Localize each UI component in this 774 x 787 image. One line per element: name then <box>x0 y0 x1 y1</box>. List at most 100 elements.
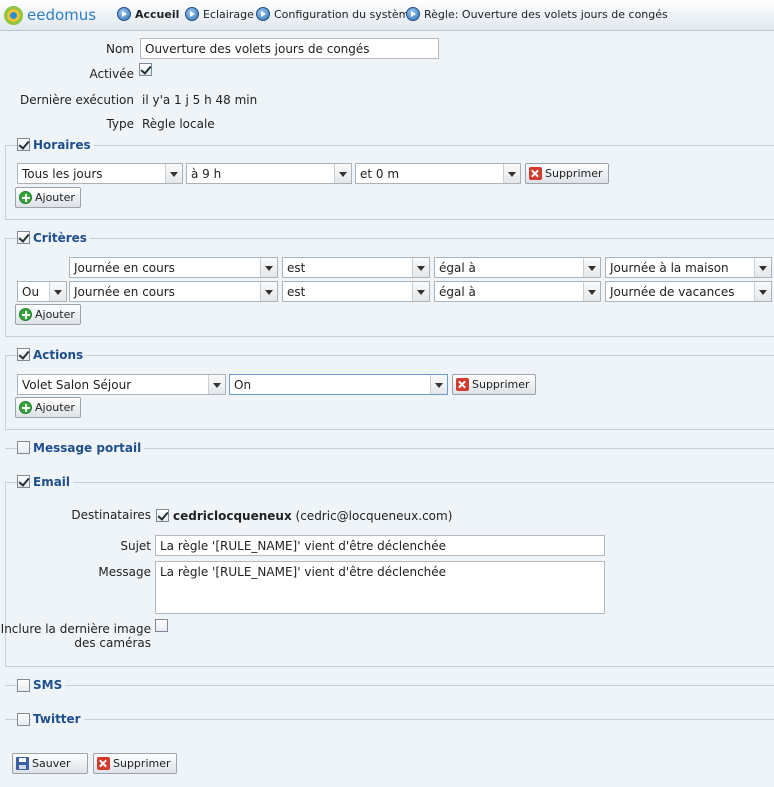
critere-2-logic-select[interactable]: Ou <box>17 281 67 302</box>
button-label: Ajouter <box>35 401 75 414</box>
button-label: Supprimer <box>545 167 603 180</box>
select-value: est <box>287 261 306 275</box>
email-section-bottom <box>5 666 774 667</box>
eedomus-logo-icon <box>4 5 23 25</box>
twitter-section-border <box>5 719 774 720</box>
arrow-right-circle-icon <box>117 7 131 21</box>
breadcrumb-label: Accueil <box>135 7 180 21</box>
email-checkbox[interactable] <box>17 475 30 488</box>
delete-icon <box>529 167 542 180</box>
recipient-checkbox[interactable] <box>156 509 169 522</box>
chevron-down-icon <box>260 258 277 277</box>
breadcrumb-eclairage[interactable]: Eclairage <box>185 7 254 21</box>
horaires-checkbox[interactable] <box>17 138 30 151</box>
action-delete-button[interactable]: Supprimer <box>452 374 536 395</box>
actions-title: Actions <box>31 348 87 362</box>
message-label: Message <box>98 565 151 579</box>
sujet-label: Sujet <box>120 539 151 553</box>
sms-title: SMS <box>31 678 66 692</box>
chevron-down-icon <box>412 258 429 277</box>
select-value: égal à <box>439 285 476 299</box>
button-label: Ajouter <box>35 308 75 321</box>
criteres-checkbox[interactable] <box>17 231 30 244</box>
add-icon <box>19 308 32 321</box>
top-navigation-bar: eedomus Accueil Eclairage Configuration … <box>0 0 774 31</box>
logo-text: eedomus <box>27 6 97 24</box>
chevron-down-icon <box>49 282 66 301</box>
horaires-day-select[interactable]: Tous les jours <box>17 163 183 184</box>
button-label: Supprimer <box>113 757 171 770</box>
button-label: Supprimer <box>472 378 530 391</box>
add-icon <box>19 401 32 414</box>
chevron-down-icon <box>583 258 600 277</box>
breadcrumb-label: Eclairage <box>203 7 254 21</box>
arrow-right-circle-icon <box>256 7 270 21</box>
derniere-execution-label: Dernière exécution <box>19 93 134 107</box>
critere-1-operator-select[interactable]: égal à <box>434 257 601 278</box>
breadcrumb-regle[interactable]: Règle: Ouverture des volets jours de con… <box>406 7 668 21</box>
actions-checkbox[interactable] <box>17 348 30 361</box>
horaires-minute-select[interactable]: et 0 m <box>355 163 521 184</box>
button-label: Sauver <box>32 757 71 770</box>
derniere-execution-value: il y'a 1 j 5 h 48 min <box>142 93 258 107</box>
action-device-select[interactable]: Volet Salon Séjour <box>17 374 226 395</box>
critere-1-verb-select[interactable]: est <box>282 257 430 278</box>
select-value: égal à <box>439 261 476 275</box>
chevron-down-icon <box>430 375 447 394</box>
twitter-checkbox[interactable] <box>17 713 30 726</box>
critere-2-subject-select[interactable]: Journée en cours <box>69 281 278 302</box>
save-button[interactable]: Sauver <box>12 753 88 774</box>
horaires-section-bottom <box>5 219 774 220</box>
nom-label: Nom <box>105 42 134 56</box>
arrow-right-circle-icon <box>185 7 199 21</box>
select-value: Tous les jours <box>22 167 103 181</box>
actions-add-button[interactable]: Ajouter <box>15 397 81 418</box>
breadcrumb-configuration[interactable]: Configuration du système <box>256 7 416 21</box>
chevron-down-icon <box>165 164 182 183</box>
criteres-add-button[interactable]: Ajouter <box>15 304 81 325</box>
critere-2-operator-select[interactable]: égal à <box>434 281 601 302</box>
select-value: à 9 h <box>191 167 222 181</box>
eedomus-logo[interactable]: eedomus <box>4 4 96 26</box>
chevron-down-icon <box>503 164 520 183</box>
chevron-down-icon <box>334 164 351 183</box>
select-value: Ou <box>22 285 40 299</box>
sms-section-border <box>5 685 774 686</box>
email-title: Email <box>31 475 74 489</box>
delete-rule-button[interactable]: Supprimer <box>93 753 177 774</box>
activee-checkbox[interactable] <box>139 63 152 76</box>
message-portail-title: Message portail <box>31 441 145 455</box>
recipient-name: cedriclocqueneux <box>173 509 292 523</box>
criteres-section-bottom <box>5 336 774 337</box>
select-value: est <box>287 285 306 299</box>
breadcrumb-accueil[interactable]: Accueil <box>117 7 179 21</box>
inclure-image-checkbox[interactable] <box>155 619 168 632</box>
horaires-delete-button[interactable]: Supprimer <box>525 163 609 184</box>
recipient-email: (cedric@locqueneux.com) <box>295 509 453 523</box>
horaires-title: Horaires <box>31 138 94 152</box>
select-value: Journée de vacances <box>610 285 735 299</box>
destinataires-label: Destinataires <box>71 508 151 522</box>
chevron-down-icon <box>583 282 600 301</box>
select-value: et 0 m <box>360 167 400 181</box>
critere-2-verb-select[interactable]: est <box>282 281 430 302</box>
inclure-label-line-1: Inclure la dernière image <box>0 622 151 636</box>
arrow-right-circle-icon <box>406 7 420 21</box>
action-state-select[interactable]: On <box>229 374 448 395</box>
sms-checkbox[interactable] <box>17 679 30 692</box>
save-disk-icon <box>16 757 29 770</box>
horaires-hour-select[interactable]: à 9 h <box>186 163 352 184</box>
select-value: On <box>234 378 252 392</box>
type-label: Type <box>106 117 134 131</box>
critere-1-subject-select[interactable]: Journée en cours <box>69 257 278 278</box>
breadcrumb-label: Règle: Ouverture des volets jours de con… <box>424 7 668 21</box>
sujet-input[interactable]: La règle '[RULE_NAME]' vient d'être décl… <box>155 535 605 556</box>
select-value: Journée à la maison <box>610 261 729 275</box>
add-icon <box>19 191 32 204</box>
critere-2-value-select[interactable]: Journée de vacances <box>605 281 772 302</box>
message-portail-checkbox[interactable] <box>17 441 30 454</box>
horaires-add-button[interactable]: Ajouter <box>15 187 81 208</box>
critere-1-value-select[interactable]: Journée à la maison <box>605 257 772 278</box>
nom-input[interactable]: Ouverture des volets jours de congés <box>140 38 439 59</box>
message-textarea[interactable]: La règle '[RULE_NAME]' vient d'être décl… <box>155 561 605 614</box>
